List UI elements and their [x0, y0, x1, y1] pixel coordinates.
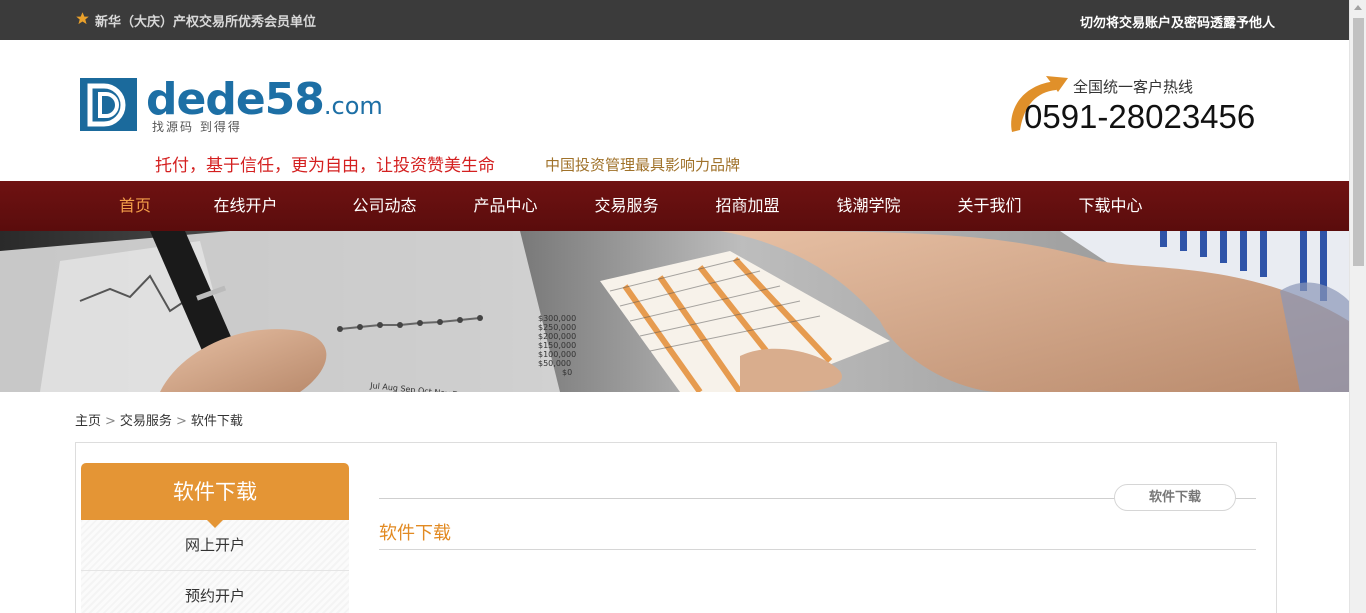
logo-domain: .com [323, 92, 383, 120]
title-divider [379, 549, 1256, 550]
content-panel: 软件下载 网上开户 预约开户 软件下载 软件下载 [75, 442, 1277, 613]
star-icon [76, 12, 89, 25]
breadcrumb-separator: > [105, 414, 116, 429]
banner-axis-0: $300,000 [538, 314, 576, 323]
logo-slogan: 找源码 到得得 [152, 120, 242, 134]
sidebar-title-text: 软件下载 [173, 480, 257, 504]
banner-image: $300,000 $250,000 $200,000 $150,000 $100… [0, 231, 1349, 392]
sidebar-item-reserve-account[interactable]: 预约开户 [81, 571, 349, 613]
hotline-number: 0591-28023456 [1024, 98, 1256, 135]
nav-item-trade-service[interactable]: 交易服务 [566, 181, 687, 231]
banner-axis-6: $0 [562, 368, 572, 377]
main-tagline: 托付，基于信任，更为自由，让投资赞美生命 [155, 156, 495, 176]
scroll-up-icon[interactable] [1354, 5, 1362, 10]
nav-item-download[interactable]: 下载中心 [1050, 181, 1171, 231]
vertical-scrollbar[interactable] [1349, 0, 1366, 613]
scrollbar-thumb[interactable] [1353, 18, 1364, 266]
sidebar-title-pointer [206, 519, 224, 528]
nav-item-news[interactable]: 公司动态 [324, 181, 445, 231]
hotline: 全国统一客户热线 0591-28023456 [1006, 74, 1271, 136]
breadcrumb-home[interactable]: 主页 [75, 414, 101, 429]
section-pill: 软件下载 [1114, 484, 1236, 511]
sidebar: 软件下载 网上开户 预约开户 [81, 463, 349, 613]
main-nav: 首页 在线开户 公司动态 产品中心 交易服务 招商加盟 钱潮学院 关于我们 下载… [0, 181, 1349, 231]
sidebar-title: 软件下载 [81, 463, 349, 528]
breadcrumb-separator: > [175, 414, 187, 429]
banner-axis-4: $100,000 [538, 350, 576, 359]
top-bar: 新华（大庆）产权交易所优秀会员单位 切勿将交易账户及密码透露予他人 [0, 0, 1349, 40]
nav-item-products[interactable]: 产品中心 [445, 181, 566, 231]
hotline-label: 全国统一客户热线 [1073, 78, 1194, 96]
nav-item-franchise[interactable]: 招商加盟 [687, 181, 808, 231]
nav-item-open-account[interactable]: 在线开户 [167, 181, 324, 231]
banner-axis-3: $150,000 [538, 341, 576, 350]
breadcrumb-trade-service[interactable]: 交易服务 [120, 414, 172, 429]
logo-mark-icon [80, 78, 137, 131]
banner-axis-1: $250,000 [538, 323, 576, 332]
security-warning: 切勿将交易账户及密码透露予他人 [1079, 16, 1275, 31]
page: 新华（大庆）产权交易所优秀会员单位 切勿将交易账户及密码透露予他人 dede58… [0, 0, 1366, 613]
banner-axis-2: $200,000 [538, 332, 576, 341]
member-text: 新华（大庆）产权交易所优秀会员单位 [95, 15, 317, 30]
banner-illustration: $300,000 $250,000 $200,000 $150,000 $100… [0, 231, 1349, 392]
nav-item-about[interactable]: 关于我们 [929, 181, 1050, 231]
nav-item-academy[interactable]: 钱潮学院 [808, 181, 929, 231]
breadcrumb: 主页 > 交易服务 > 软件下载 [75, 410, 243, 429]
nav-item-home[interactable]: 首页 [104, 181, 167, 231]
site-logo[interactable]: dede58.com 找源码 到得得 [80, 74, 383, 136]
page-title: 软件下载 [379, 523, 451, 544]
banner-axis-5: $50,000 [538, 359, 571, 368]
breadcrumb-current[interactable]: 软件下载 [191, 414, 243, 429]
sub-tagline: 中国投资管理最具影响力品牌 [545, 156, 741, 174]
